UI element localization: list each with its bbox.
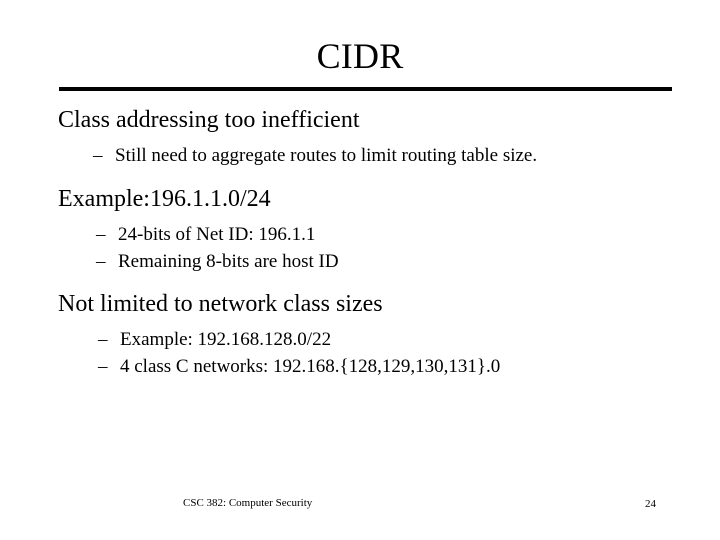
bullet-level2: –4 class C networks: 192.168.{128,129,13… [0,353,720,380]
slide-body: Class addressing too inefficient – Still … [0,104,720,380]
bullet-level1: Class addressing too inefficient [58,107,360,133]
bullet-level1: Not limited to network class sizes [58,291,383,317]
bullet-level2: –24-bits of Net ID: 196.1.1 [0,221,720,248]
bullet-level2-label: 24-bits of Net ID: 196.1.1 [118,224,316,245]
bullet-level1: Example:196.1.1.0/24 [58,186,271,212]
bullet-level2: – Example: 192.168.128.0/22 [0,326,720,353]
bullet-level2-label: Remaining 8-bits are host ID [118,251,339,272]
footer-course-label: CSC 382: Computer Security [183,497,313,509]
bullet-group-2: Example:196.1.1.0/24 –24-bits of Net ID:… [0,183,720,275]
bullet-level2-label: Example: 192.168.128.0/22 [120,329,332,350]
slide: CIDR Class addressing too inefficient – S… [0,0,720,540]
dash-icon: – [93,145,103,166]
footer-slide-number: 24 [645,498,656,510]
dash-icon: – [96,251,106,272]
bullet-level2-label: Still need to aggregate routes to limit … [115,145,538,166]
bullet-level2: – Still need to aggregate routes to limit… [0,142,720,169]
page-title: CIDR [316,36,404,76]
bullet-group-3: Not limited to network class sizes – Exam… [0,288,720,380]
dash-icon: – [98,329,108,350]
bullet-level2-label: 4 class C networks: 192.168.{128,129,130… [120,356,501,377]
bullet-level2: – Remaining 8-bits are host ID [0,248,720,275]
dash-icon: – [96,224,106,245]
bullet-group-1: Class addressing too inefficient – Still … [0,104,720,169]
title-divider [59,87,672,91]
dash-icon: – [98,356,108,377]
